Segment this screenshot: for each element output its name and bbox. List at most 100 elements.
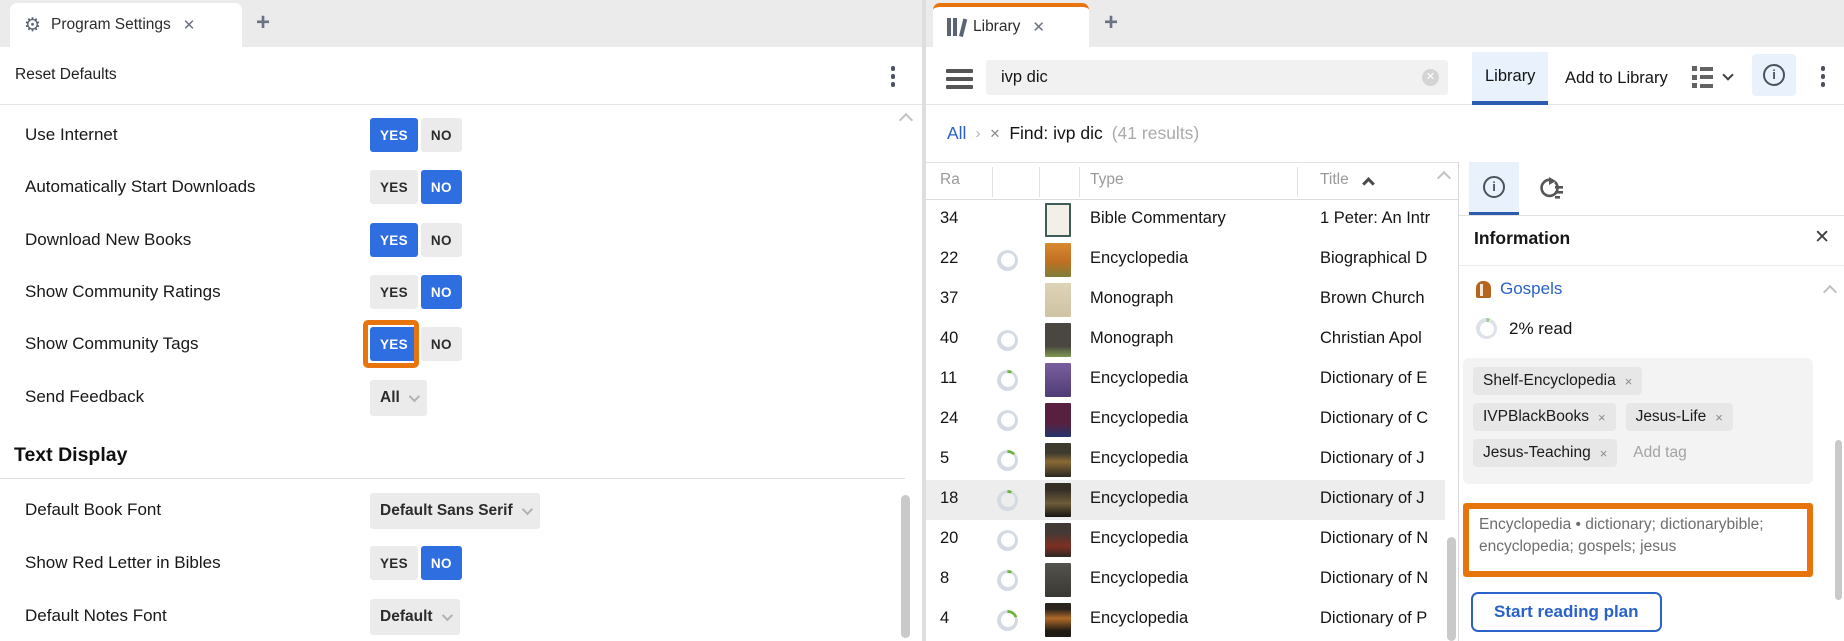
remove-tag-icon[interactable]: ×	[1715, 410, 1723, 425]
community-tags-highlighted-box: Encyclopedia • dictionary; dictionarybib…	[1463, 503, 1813, 577]
tab-information[interactable]: i	[1469, 162, 1519, 215]
book-cover	[1045, 603, 1071, 637]
panel-menu-icon[interactable]	[886, 66, 900, 87]
title-cell: Brown Church	[1320, 289, 1425, 307]
gear-icon: ⚙	[24, 14, 42, 36]
tab-reading-plan[interactable]	[1525, 162, 1575, 215]
grid-view-icon[interactable]	[1692, 66, 1713, 88]
chevron-down-icon[interactable]	[1722, 69, 1734, 81]
setting-row: Send Feedback All	[0, 379, 905, 416]
tab-program-settings[interactable]: ⚙ Program Settings ✕	[10, 3, 242, 47]
tag-chip[interactable]: Jesus-Teaching ×	[1473, 439, 1618, 467]
title-cell: Dictionary of N	[1320, 529, 1429, 547]
column-header-rating[interactable]: Ra	[940, 171, 960, 189]
remove-tag-icon[interactable]: ×	[1598, 410, 1606, 425]
clear-search-icon[interactable]: ✕	[1422, 69, 1439, 86]
table-row[interactable]: 22 Encyclopedia Biographical D	[926, 240, 1445, 280]
table-row-selected[interactable]: 18 Encyclopedia Dictionary of J	[926, 480, 1445, 520]
column-header-type[interactable]: Type	[1090, 171, 1124, 189]
library-panel: Library ✕ + ✕ Library Add to Library	[926, 0, 1844, 641]
table-row[interactable]: 40 Monograph Christian Apol	[926, 320, 1445, 360]
tags-container: Shelf-Encyclopedia × IVPBlackBooks × Jes…	[1463, 358, 1813, 484]
scroll-up-icon[interactable]	[1438, 170, 1450, 182]
table-row[interactable]: 4 Encyclopedia Dictionary of P	[926, 600, 1445, 640]
table-row[interactable]: 34 Bible Commentary 1 Peter: An Intr	[926, 200, 1445, 240]
tag-chip[interactable]: Shelf-Encyclopedia ×	[1473, 367, 1643, 395]
info-panel-tabs: i	[1459, 162, 1844, 216]
percent-read-label: 2% read	[1509, 318, 1573, 338]
type-cell: Encyclopedia	[1090, 569, 1189, 587]
start-reading-plan-button[interactable]: Start reading plan	[1471, 592, 1662, 632]
left-tab-bar: ⚙ Program Settings ✕ +	[0, 0, 922, 47]
yes-button[interactable]: YES	[370, 327, 418, 361]
setting-row: Automatically Start Downloads YES NO	[0, 169, 905, 205]
title-cell: Dictionary of E	[1320, 369, 1428, 387]
close-tab-icon[interactable]: ✕	[183, 16, 196, 34]
yes-button[interactable]: YES	[370, 170, 418, 204]
left-scrollbar-thumb[interactable]	[901, 495, 910, 638]
progress-ring-icon	[997, 529, 1018, 551]
scroll-up-icon[interactable]	[1824, 284, 1836, 296]
breadcrumb-find: Find: ivp dic	[1009, 123, 1103, 143]
setting-row-show-community-tags: Show Community Tags YES NO	[0, 320, 905, 368]
scroll-up-icon[interactable]	[900, 112, 912, 124]
search-input[interactable]	[986, 60, 1448, 95]
remove-tag-icon[interactable]: ×	[1600, 446, 1608, 461]
breadcrumb-all-link[interactable]: All	[947, 123, 966, 144]
info-circle-icon: i	[1483, 176, 1505, 198]
send-feedback-select[interactable]: All	[370, 380, 427, 416]
new-tab-button[interactable]: +	[1104, 11, 1118, 35]
tag-chip[interactable]: IVPBlackBooks ×	[1473, 403, 1616, 431]
tag-chip[interactable]: Jesus-Life ×	[1625, 403, 1733, 431]
yes-button[interactable]: YES	[370, 118, 418, 152]
info-scrollbar-thumb[interactable]	[1835, 440, 1842, 600]
progress-ring-icon	[1476, 318, 1497, 339]
close-tab-icon[interactable]: ✕	[1032, 18, 1045, 36]
rating-cell: 4	[940, 609, 950, 627]
hamburger-menu-icon[interactable]	[946, 69, 973, 89]
new-tab-button[interactable]: +	[256, 11, 270, 35]
yes-button[interactable]: YES	[370, 223, 418, 257]
table-row[interactable]: 8 Encyclopedia Dictionary of N	[926, 560, 1445, 600]
no-button[interactable]: NO	[420, 546, 462, 580]
no-button[interactable]: NO	[420, 327, 462, 361]
default-notes-font-select[interactable]: Default	[370, 599, 460, 635]
remove-tag-icon[interactable]: ×	[1625, 374, 1633, 389]
resource-title-link[interactable]: Gospels	[1500, 279, 1562, 299]
setting-label: Show Community Ratings	[25, 282, 221, 301]
column-header-title[interactable]: Title	[1320, 171, 1349, 189]
table-row[interactable]: 20 Encyclopedia Dictionary of N	[926, 520, 1445, 560]
app-window: ⚙ Program Settings ✕ + Reset Defaults Us…	[0, 0, 1844, 641]
table-row[interactable]: 11 Encyclopedia Dictionary of E	[926, 360, 1445, 400]
no-button[interactable]: NO	[420, 170, 462, 204]
table-row[interactable]: 5 Encyclopedia Dictionary of J	[926, 440, 1445, 480]
no-button[interactable]: NO	[420, 118, 462, 152]
add-tag-input[interactable]: Add tag	[1627, 444, 1686, 462]
reset-defaults-button[interactable]: Reset Defaults	[15, 66, 117, 84]
view-tab-library[interactable]: Library	[1472, 52, 1549, 105]
panel-menu-icon[interactable]	[1816, 66, 1830, 87]
title-cell: Dictionary of P	[1320, 609, 1428, 627]
no-button[interactable]: NO	[420, 223, 462, 257]
progress-ring-icon	[997, 409, 1018, 431]
progress-ring-icon	[997, 249, 1018, 271]
type-cell: Encyclopedia	[1090, 409, 1189, 427]
close-info-icon[interactable]: ✕	[1814, 226, 1830, 249]
tab-library[interactable]: Library ✕	[933, 3, 1089, 47]
progress-ring-icon	[997, 449, 1018, 471]
rating-cell: 11	[940, 369, 958, 387]
yes-button[interactable]: YES	[370, 275, 418, 309]
title-cell: 1 Peter: An Intr	[1320, 209, 1431, 227]
view-tab-label: Library	[1485, 67, 1536, 85]
book-cover	[1045, 483, 1071, 517]
no-button[interactable]: NO	[420, 275, 462, 309]
table-row[interactable]: 24 Encyclopedia Dictionary of C	[926, 400, 1445, 440]
view-tab-add-to-library[interactable]: Add to Library	[1552, 52, 1681, 105]
remove-filter-icon[interactable]: ✕	[989, 126, 1000, 142]
yes-button[interactable]: YES	[370, 546, 418, 580]
info-toggle-button[interactable]: i	[1752, 54, 1796, 96]
default-book-font-select[interactable]: Default Sans Serif	[370, 493, 540, 529]
info-circle-icon: i	[1763, 64, 1785, 86]
table-scrollbar-thumb[interactable]	[1447, 537, 1456, 641]
table-row[interactable]: 37 Monograph Brown Church	[926, 280, 1445, 320]
